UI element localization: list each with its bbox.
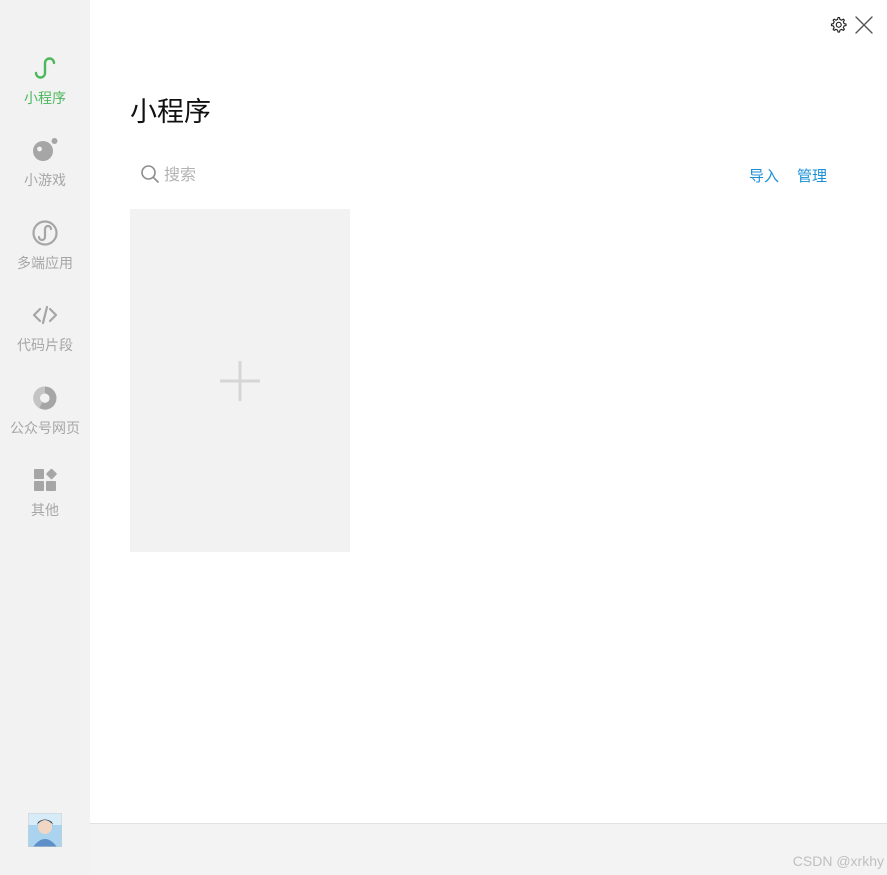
search-icon	[141, 165, 159, 183]
avatar-image	[28, 813, 62, 847]
official-account-web-icon	[33, 386, 57, 410]
add-project-card[interactable]	[130, 209, 350, 552]
plus-icon	[220, 361, 260, 401]
sidebar-item-multi-platform[interactable]: 多端应用	[0, 219, 90, 295]
sidebar-item-code-snippet[interactable]: 代码片段	[0, 301, 90, 377]
search-input[interactable]	[164, 162, 424, 186]
page-title: 小程序	[130, 97, 211, 128]
main-panel: 小程序 导入 管理	[90, 0, 887, 823]
sidebar: 小程序 小游戏 多端应用 代码片段 公众号网页 其他	[0, 0, 90, 875]
sidebar-item-label: 其他	[31, 503, 59, 519]
other-apps-icon	[34, 468, 57, 491]
sidebar-item-other[interactable]: 其他	[0, 466, 90, 542]
watermark-text: CSDN @xrkhy	[792, 853, 884, 869]
footer-bar: CSDN @xrkhy	[90, 823, 887, 875]
sidebar-item-official-account-web[interactable]: 公众号网页	[0, 384, 90, 460]
manage-button[interactable]: 管理	[797, 165, 827, 186]
search-bar	[140, 162, 440, 188]
gear-icon[interactable]	[829, 16, 847, 34]
sidebar-item-label: 小程序	[24, 91, 66, 107]
app-window: 小程序 小游戏 多端应用 代码片段 公众号网页 其他 小程序 搜索 导入 管理 …	[0, 0, 887, 875]
sidebar-item-label: 多端应用	[17, 256, 73, 272]
import-button[interactable]: 导入	[749, 165, 779, 186]
sidebar-item-mini-program[interactable]: 小程序	[0, 54, 90, 130]
sidebar-item-label: 公众号网页	[10, 421, 80, 437]
multi-platform-app-icon	[32, 220, 58, 246]
mini-program-icon	[34, 57, 56, 79]
sidebar-item-label: 小游戏	[24, 173, 66, 189]
close-icon[interactable]	[854, 15, 874, 35]
mini-game-icon	[33, 138, 58, 161]
user-avatar[interactable]	[28, 813, 62, 847]
sidebar-item-label: 代码片段	[17, 338, 73, 354]
code-snippet-icon	[32, 305, 58, 325]
sidebar-item-mini-game[interactable]: 小游戏	[0, 136, 90, 212]
